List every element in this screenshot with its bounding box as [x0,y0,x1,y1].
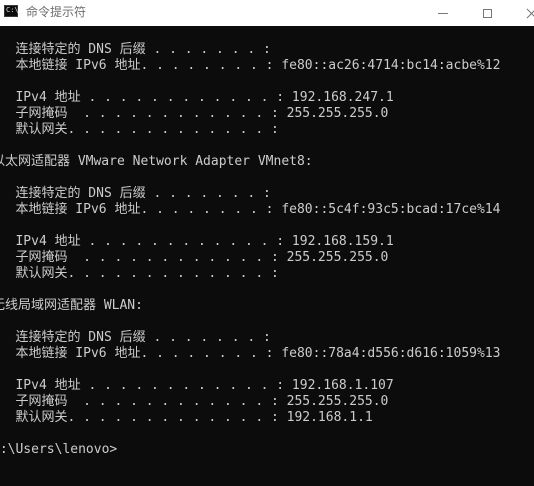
console-line: 以太网适配器 VMware Network Adapter VMnet8: [0,154,313,169]
cmd-icon[interactable]: C:\_ [4,5,23,17]
console-line: IPv4 地址 . . . . . . . . . . . . : 192.16… [0,378,394,393]
maximize-button[interactable] [464,0,510,26]
console-line: IPv4 地址 . . . . . . . . . . . . : 192.16… [0,90,394,105]
command-prompt-line[interactable]: C:\Users\lenovo> [0,442,117,458]
cmd-icon-glyph: C:\_ [6,6,23,14]
console-line: 默认网关. . . . . . . . . . . . . : [0,266,279,281]
close-icon [526,8,534,19]
console-line: 本地链接 IPv6 地址. . . . . . . . : fe80::ac26… [0,58,501,73]
console-line: 本地链接 IPv6 地址. . . . . . . . : fe80::5c4f… [0,202,501,217]
console-line: 子网掩码 . . . . . . . . . . . . : 255.255.2… [0,106,389,121]
command-prompt-window: C:\_ 命令提示符 连接特定的 DNS 后缀 . . . . . . . : … [0,0,534,486]
console-line: 无线局域网适配器 WLAN: [0,298,143,313]
console-line: IPv4 地址 . . . . . . . . . . . . : 192.16… [0,234,394,249]
console-line: 子网掩码 . . . . . . . . . . . . : 255.255.2… [0,250,389,265]
console-line: 本地链接 IPv6 地址. . . . . . . . : fe80::78a4… [0,346,501,361]
console-line: 连接特定的 DNS 后缀 . . . . . . . : [0,330,271,345]
console-line: 连接特定的 DNS 后缀 . . . . . . . : [0,186,271,201]
console-line: 默认网关. . . . . . . . . . . . . : [0,122,279,137]
title-bar[interactable]: C:\_ 命令提示符 [0,0,534,26]
close-button[interactable] [508,0,534,26]
window-title: 命令提示符 [26,5,87,19]
console-output[interactable]: 连接特定的 DNS 后缀 . . . . . . . : 本地链接 IPv6 地… [0,26,534,486]
console-line: 连接特定的 DNS 后缀 . . . . . . . : [0,42,271,57]
minimize-icon [438,12,448,14]
minimize-button[interactable] [420,0,466,26]
console-line: 子网掩码 . . . . . . . . . . . . : 255.255.2… [0,394,389,409]
console-line: 默认网关. . . . . . . . . . . . . : 192.168.… [0,410,373,425]
maximize-icon [482,8,492,18]
